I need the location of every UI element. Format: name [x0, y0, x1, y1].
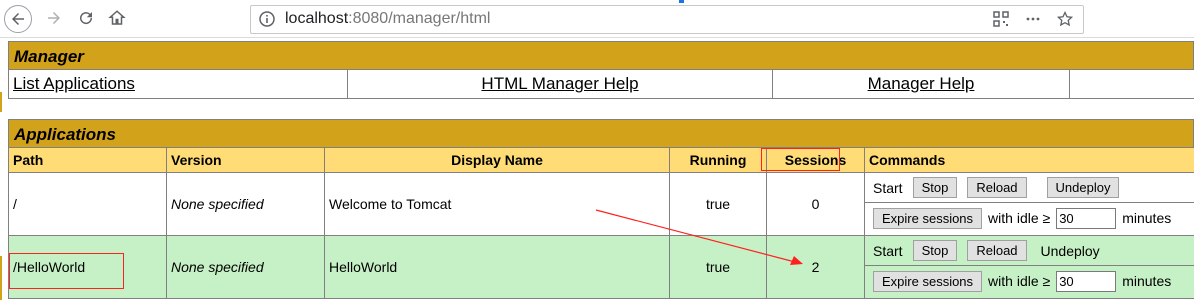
- arrow-head: [790, 256, 803, 265]
- annotation-arrow: [595, 209, 803, 265]
- arrow-line: [595, 209, 796, 263]
